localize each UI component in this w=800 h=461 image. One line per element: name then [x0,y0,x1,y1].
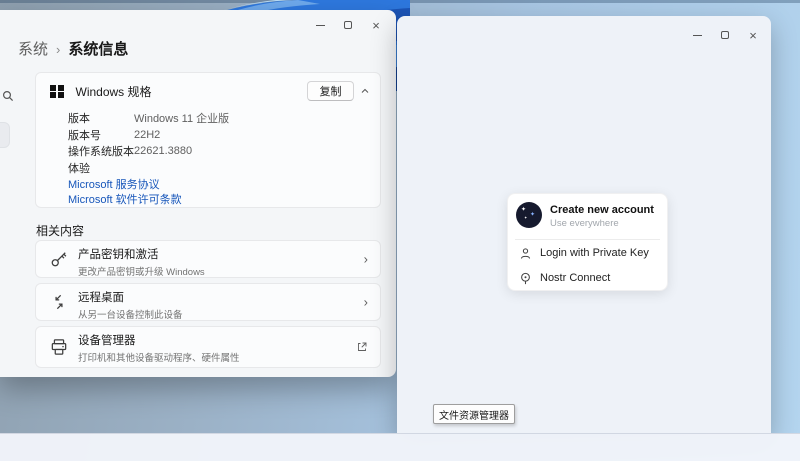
related-item-title: 产品密钥和激活 [78,246,205,262]
chevron-up-icon [359,85,371,97]
windows-logo-icon [50,85,64,99]
spec-row-experience: 体验 [68,160,229,177]
menu-divider [515,239,660,240]
taskbar: 搜索 [0,433,800,461]
breadcrumb-separator-icon: › [56,42,60,57]
connect-icon [518,271,534,287]
related-item-title: 远程桌面 [78,289,183,305]
nav-search-icon[interactable] [2,90,14,102]
spec-card-header: Windows 规格 [50,83,152,100]
license-terms-link[interactable]: Microsoft 软件许可条款 [68,191,182,206]
open-external-icon [356,341,368,353]
maximize-icon [721,31,729,39]
settings-titlebar-controls: × [306,15,390,35]
close-icon: × [372,19,380,32]
nostr-titlebar-controls: × [683,25,767,45]
settings-window: × 系统 › 系统信息 Windows 规格 复制 版本 W [0,10,396,377]
related-item-remote-desktop[interactable]: 远程桌面 从另一台设备控制此设备 › [35,283,381,321]
create-account-subtitle: Use everywhere [550,218,619,229]
nav-selected-item-fragment[interactable] [0,122,10,148]
copy-button[interactable]: 复制 [307,81,354,101]
related-item-text: 远程桌面 从另一台设备控制此设备 [78,289,183,321]
page-title: 系统信息 [68,38,128,59]
related-item-subtitle: 打印机和其他设备驱动程序、硬件属性 [78,350,240,364]
sparkle-icon: ✦ [521,206,526,213]
services-agreement-link[interactable]: Microsoft 服务协议 [68,176,182,191]
maximize-button[interactable] [711,25,739,45]
chevron-right-icon: › [364,296,368,309]
minimize-button[interactable] [683,25,711,45]
minimize-button[interactable] [306,15,334,35]
related-item-text: 设备管理器 打印机和其他设备驱动程序、硬件属性 [78,332,240,364]
windows-spec-card: Windows 规格 复制 版本 Windows 11 企业版 版本号 22H2… [35,72,381,208]
desktop: × 系统 › 系统信息 Windows 规格 复制 版本 W [0,0,800,461]
maximize-icon [344,21,352,29]
related-item-device-manager[interactable]: 设备管理器 打印机和其他设备驱动程序、硬件属性 [35,326,381,368]
create-account-title: Create new account [550,204,654,216]
row-label: 版本 [68,110,134,126]
minimize-icon [316,25,325,26]
row-label: 体验 [68,160,134,176]
file-explorer-tooltip: 文件资源管理器 [433,404,515,424]
row-value: Windows 11 企业版 [134,110,229,126]
spec-card-title: Windows 规格 [76,83,152,100]
close-button[interactable]: × [739,25,767,45]
row-label: 操作系统版本 [68,143,134,159]
spec-row-version: 版本 Windows 11 企业版 [68,110,229,127]
related-section-heading: 相关内容 [36,222,84,239]
spec-row-version-number: 版本号 22H2 [68,127,229,144]
device-manager-icon [49,337,69,357]
related-item-subtitle: 更改产品密钥或升级 Windows [78,264,205,278]
nostr-connect-item[interactable]: Nostr Connect [508,267,667,292]
related-item-title: 设备管理器 [78,332,240,348]
row-label: 版本号 [68,127,134,143]
related-item-text: 产品密钥和激活 更改产品密钥或升级 Windows [78,246,205,278]
minimize-icon [693,35,702,36]
related-item-activation[interactable]: 产品密钥和激活 更改产品密钥或升级 Windows › [35,240,381,278]
breadcrumb: 系统 › 系统信息 [18,38,128,59]
option-label: Nostr Connect [540,272,610,284]
close-icon: × [749,29,757,42]
spec-links: Microsoft 服务协议 Microsoft 软件许可条款 [68,176,182,206]
maximize-button[interactable] [334,15,362,35]
key-icon [49,249,69,269]
spec-rows: 版本 Windows 11 企业版 版本号 22H2 操作系统版本 22621.… [68,110,229,176]
close-button[interactable]: × [362,15,390,35]
account-avatar: ✦ ✦ ✦ [516,202,542,228]
login-private-key-item[interactable]: Login with Private Key [508,242,667,267]
collapse-button[interactable] [356,83,374,99]
create-account-item[interactable]: ✦ ✦ ✦ Create new account Use everywhere [516,202,659,232]
row-value: 22H2 [134,129,160,141]
account-menu-card: ✦ ✦ ✦ Create new account Use everywhere … [507,193,668,291]
sparkle-icon: ✦ [524,215,527,220]
breadcrumb-parent[interactable]: 系统 [18,38,48,59]
sparkle-icon: ✦ [530,211,535,218]
nostr-app-window: × ✦ ✦ ✦ Create new account Use everywher… [397,16,771,433]
row-value: 22621.3880 [134,145,192,157]
related-item-subtitle: 从另一台设备控制此设备 [78,307,183,321]
option-label: Login with Private Key [540,247,649,259]
person-icon [518,246,534,262]
spec-row-os-build: 操作系统版本 22621.3880 [68,143,229,160]
chevron-right-icon: › [364,253,368,266]
remote-desktop-icon [49,292,69,312]
